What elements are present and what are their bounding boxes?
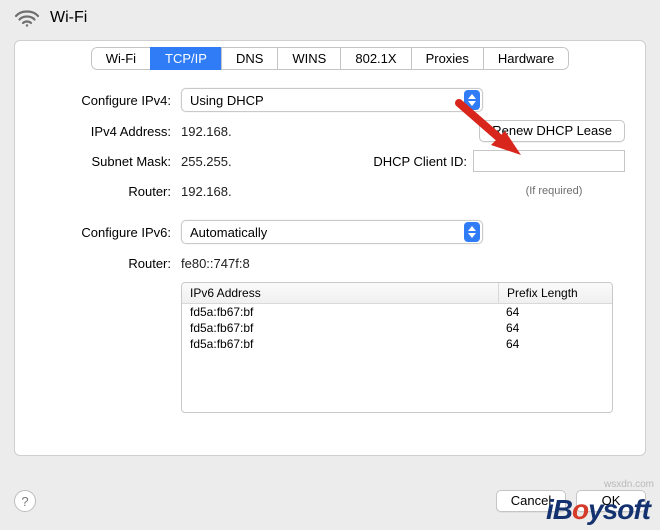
- ipv6-address-cell: fd5a:fb67:bf: [182, 320, 498, 336]
- dhcp-client-id-hint: (If required): [483, 185, 625, 197]
- tcpip-form: Configure IPv4: Using DHCP IPv4 Address:…: [15, 70, 645, 423]
- select-chevrons-icon: [464, 90, 480, 110]
- dhcp-client-id-input[interactable]: [473, 150, 625, 172]
- table-row[interactable]: fd5a:fb67:bf64: [182, 320, 612, 336]
- tab-wins[interactable]: WINS: [277, 47, 340, 70]
- help-button[interactable]: ?: [14, 490, 36, 512]
- tab-wi-fi[interactable]: Wi-Fi: [91, 47, 150, 70]
- tab-proxies[interactable]: Proxies: [411, 47, 483, 70]
- tab-dns[interactable]: DNS: [221, 47, 277, 70]
- configure-ipv6-label: Configure IPv6:: [35, 225, 181, 240]
- subnet-mask-value: 255.255.: [181, 154, 301, 169]
- wifi-icon: [14, 8, 40, 28]
- configure-ipv6-value: Automatically: [190, 225, 267, 240]
- ipv6-prefix-cell: 64: [498, 336, 612, 352]
- dhcp-client-id-label: DHCP Client ID:: [373, 154, 467, 169]
- help-icon: ?: [21, 494, 28, 509]
- renew-dhcp-lease-button[interactable]: Renew DHCP Lease: [479, 120, 625, 142]
- ipv6-router-value: fe80::747f:8: [181, 256, 250, 271]
- preferences-window: Wi-Fi Wi-FiTCP/IPDNSWINS802.1XProxiesHar…: [0, 0, 660, 530]
- tab-hardware[interactable]: Hardware: [483, 47, 569, 70]
- ipv6-prefix-cell: 64: [498, 320, 612, 336]
- ipv6-address-cell: fd5a:fb67:bf: [182, 336, 498, 352]
- ok-button[interactable]: OK: [576, 490, 646, 512]
- subnet-mask-label: Subnet Mask:: [35, 154, 181, 169]
- select-chevrons-icon: [464, 222, 480, 242]
- configure-ipv4-label: Configure IPv4:: [35, 93, 181, 108]
- ipv4-router-value: 192.168.: [181, 184, 301, 199]
- configure-ipv6-select[interactable]: Automatically: [181, 220, 483, 244]
- table-row[interactable]: fd5a:fb67:bf64: [182, 304, 612, 320]
- tab-bar: Wi-FiTCP/IPDNSWINS802.1XProxiesHardware: [91, 47, 570, 70]
- ipv6-router-label: Router:: [35, 256, 181, 271]
- ipv6-address-cell: fd5a:fb67:bf: [182, 304, 498, 320]
- ipv4-address-label: IPv4 Address:: [35, 124, 181, 139]
- source-watermark: wsxdn.com: [604, 479, 654, 490]
- tab-802-1x[interactable]: 802.1X: [340, 47, 410, 70]
- window-title: Wi-Fi: [50, 9, 87, 27]
- ipv4-address-value: 192.168.: [181, 124, 232, 139]
- ipv6-prefix-cell: 64: [498, 304, 612, 320]
- settings-panel: Wi-FiTCP/IPDNSWINS802.1XProxiesHardware …: [14, 40, 646, 456]
- ipv6-col-address[interactable]: IPv6 Address: [182, 283, 499, 303]
- configure-ipv4-select[interactable]: Using DHCP: [181, 88, 483, 112]
- ipv6-col-prefix[interactable]: Prefix Length: [499, 283, 612, 303]
- tab-tcp-ip[interactable]: TCP/IP: [150, 47, 221, 70]
- ipv6-address-table: IPv6 Address Prefix Length fd5a:fb67:bf6…: [181, 282, 613, 413]
- ipv4-router-label: Router:: [35, 184, 181, 199]
- cancel-button[interactable]: Cancel: [496, 490, 566, 512]
- dialog-footer: ? Cancel OK: [14, 490, 646, 512]
- configure-ipv4-value: Using DHCP: [190, 93, 264, 108]
- window-header: Wi-Fi: [0, 0, 660, 36]
- table-row[interactable]: fd5a:fb67:bf64: [182, 336, 612, 352]
